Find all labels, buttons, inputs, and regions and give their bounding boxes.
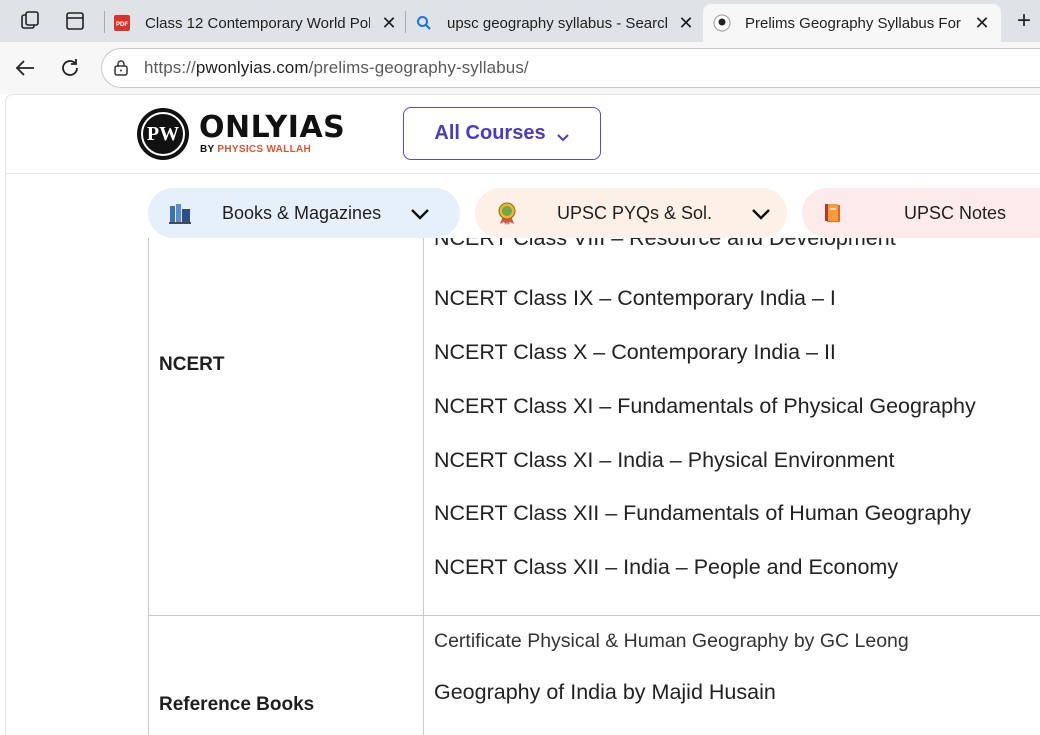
pw-logo[interactable]: PW xyxy=(137,108,189,160)
pill-label: UPSC Notes xyxy=(904,202,1007,223)
close-tab-icon[interactable]: ✕ xyxy=(677,13,695,33)
notebook-icon xyxy=(822,201,846,225)
all-courses-label: All Courses xyxy=(434,122,546,144)
logo-tagline-accent: PHYSICS WALLAH xyxy=(217,144,312,155)
category-nav: Books & Magazines UPSC PYQs & Sol. UPSC … xyxy=(6,188,1040,238)
all-courses-button[interactable]: All Courses xyxy=(403,107,601,160)
refresh-icon[interactable] xyxy=(56,54,84,82)
url-text: https://pwonlyias.com/prelims-geography-… xyxy=(144,58,529,78)
book-item: NCERT Class X – Contemporary India – II xyxy=(434,340,836,364)
chevron-down-icon[interactable] xyxy=(750,202,772,224)
tab-search[interactable]: upsc geography syllabus - Search ✕ xyxy=(415,4,695,42)
page-viewport: PW ONLYIAS BY PHYSICS WALLAH All Courses… xyxy=(5,94,1040,735)
tab-title: Class 12 Contemporary World Pol xyxy=(145,14,370,32)
pw-favicon-icon xyxy=(713,14,731,32)
logo-tagline: BY PHYSICS WALLAH xyxy=(200,144,311,155)
book-item: Geography of India by Majid Husain xyxy=(434,680,776,704)
address-bar-row: https://pwonlyias.com/prelims-geography-… xyxy=(0,42,1040,94)
pw-logo-letters: PW xyxy=(141,112,185,156)
book-item: NCERT Class XII – Fundamentals of Human … xyxy=(434,501,971,525)
pill-label: UPSC PYQs & Sol. xyxy=(557,202,713,223)
medal-icon xyxy=(495,201,519,225)
new-tab-icon[interactable]: + xyxy=(1011,7,1037,34)
tab-title: Prelims Geography Syllabus For U xyxy=(745,14,963,32)
pill-upsc-notes[interactable]: UPSC Notes xyxy=(802,188,1040,238)
tab-separator xyxy=(104,11,105,33)
tab-active-page[interactable]: Prelims Geography Syllabus For U ✕ xyxy=(703,4,1001,42)
row-label-reference-books: Reference Books xyxy=(159,694,315,715)
tab-strip: PDF Class 12 Contemporary World Pol ✕ up… xyxy=(0,0,1040,42)
table-border-left xyxy=(148,238,149,735)
chevron-down-icon[interactable] xyxy=(409,202,431,224)
book-item: Certificate Physical & Human Geography b… xyxy=(434,630,909,652)
tab-actions-icon[interactable] xyxy=(62,8,88,34)
pdf-icon: PDF xyxy=(113,14,131,32)
books-table: NCERT NCERT Class VIII – Resource and De… xyxy=(148,238,1040,735)
pill-label: Books & Magazines xyxy=(222,202,382,223)
workspaces-icon[interactable] xyxy=(17,8,43,34)
book-item: NCERT Class XI – India – Physical Enviro… xyxy=(434,448,895,472)
search-icon xyxy=(415,14,433,32)
url-scheme: https:// xyxy=(144,58,196,77)
row-label-ncert: NCERT xyxy=(159,354,225,375)
url-path: /prelims-geography-syllabus/ xyxy=(308,58,529,77)
book-item: NCERT Class VIII – Resource and Developm… xyxy=(434,238,896,250)
chevron-down-icon xyxy=(556,127,570,141)
table-column-divider xyxy=(423,238,424,735)
tab-pdf[interactable]: PDF Class 12 Contemporary World Pol ✕ xyxy=(113,4,398,42)
book-item: NCERT Class XI – Fundamentals of Physica… xyxy=(434,394,976,418)
pill-upsc-pyqs[interactable]: UPSC PYQs & Sol. xyxy=(475,188,787,238)
site-header: PW ONLYIAS BY PHYSICS WALLAH All Courses xyxy=(6,95,1040,174)
url-host: pwonlyias.com xyxy=(195,58,309,77)
books-icon xyxy=(168,201,192,225)
tab-title: upsc geography syllabus - Search xyxy=(447,14,667,32)
back-icon[interactable] xyxy=(11,54,39,82)
table-row-divider xyxy=(148,615,1040,616)
onlyias-wordmark[interactable]: ONLYIAS xyxy=(199,113,345,143)
book-item: NCERT Class XII – India – People and Eco… xyxy=(434,555,899,579)
logo-tagline-prefix: BY xyxy=(200,144,218,155)
pdf-badge-text: PDF xyxy=(116,22,128,28)
close-tab-icon[interactable]: ✕ xyxy=(973,13,991,33)
tab-separator xyxy=(405,11,406,33)
book-item: NCERT Class IX – Contemporary India – I xyxy=(434,286,836,310)
pill-books-magazines[interactable]: Books & Magazines xyxy=(148,188,460,238)
close-tab-icon[interactable]: ✕ xyxy=(380,13,398,33)
url-field[interactable]: https://pwonlyias.com/prelims-geography-… xyxy=(101,48,1040,88)
lock-icon[interactable] xyxy=(112,59,130,77)
